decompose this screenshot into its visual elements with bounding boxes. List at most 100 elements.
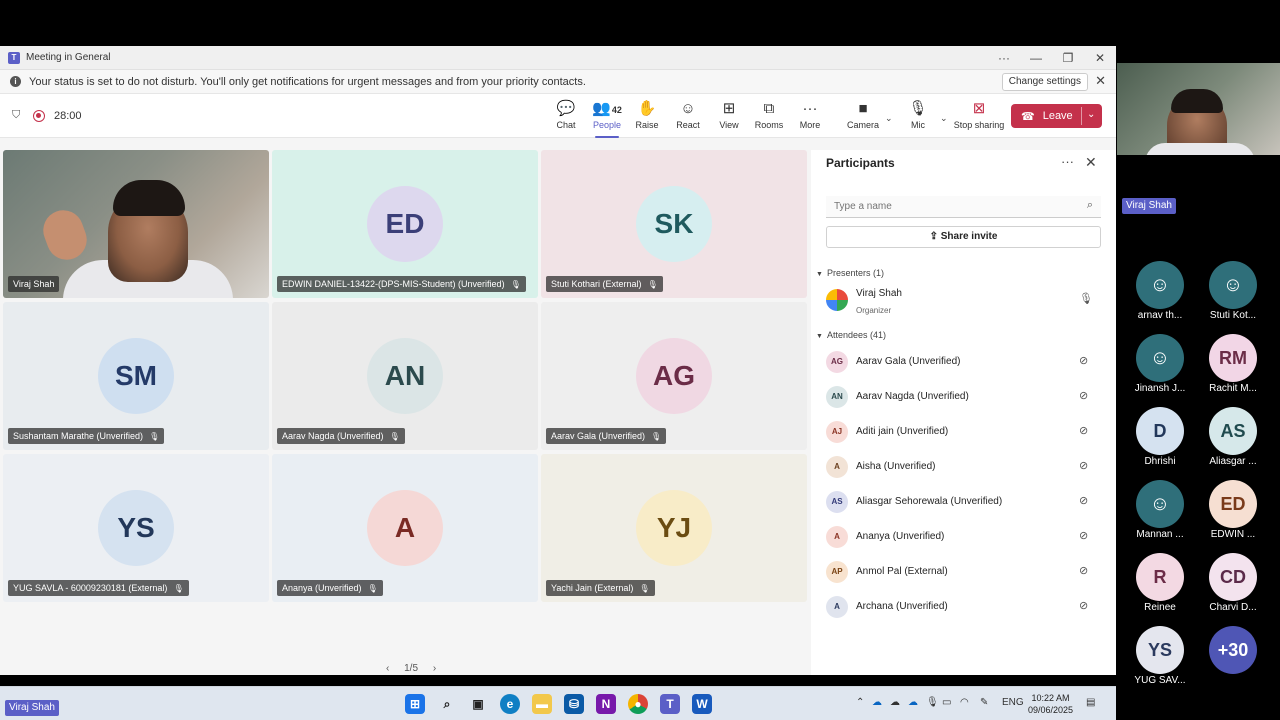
search-icon[interactable]: ⌕ <box>437 694 457 714</box>
attendee-row[interactable]: AG Aarav Gala (Unverified) ⊘ <box>826 348 1106 376</box>
mic-options-chevron-icon[interactable]: ⌄ <box>940 113 948 124</box>
mic-off-icon: 🎙 <box>639 584 650 593</box>
search-input[interactable] <box>826 196 1066 217</box>
dismiss-info-icon[interactable]: ✕ <box>1095 73 1106 89</box>
cloud-icon[interactable]: ☁ <box>890 697 900 708</box>
mic-off-icon: 🎙 <box>647 280 658 289</box>
participant-nametag: Sushantam Marathe (Unverified) 🎙 <box>8 428 165 444</box>
share-invite-button[interactable]: ⇪ Share invite <box>826 226 1101 248</box>
attendee-row[interactable]: AS Aliasgar Sehorewala (Unverified) ⊘ <box>826 488 1106 516</box>
panel-more-icon[interactable]: ··· <box>1061 154 1074 169</box>
shield-icon: ⛉ <box>12 109 21 121</box>
attendee-row[interactable]: A Ananya (Unverified) ⊘ <box>826 523 1106 551</box>
avatar: ED <box>367 186 443 262</box>
video-tile[interactable]: SK Stuti Kothari (External) 🎙 <box>541 150 807 298</box>
attendee-row[interactable]: AN Aarav Nagda (Unverified) ⊘ <box>826 383 1106 411</box>
leave-button[interactable]: ☎ Leave ⌄ <box>1011 104 1102 128</box>
smiley-icon: ☺ <box>680 100 696 117</box>
minimize-button[interactable]: — <box>1020 46 1052 70</box>
side-participant-tile[interactable]: ☺ Stuti Kot... <box>1197 261 1269 321</box>
side-participant-tile[interactable]: AS Aliasgar ... <box>1197 407 1269 467</box>
raise-hand-button[interactable]: ✋ Raise <box>625 100 669 130</box>
presenters-section[interactable]: ▼ Presenters (1) <box>816 268 884 278</box>
onedrive-icon[interactable]: ☁ <box>872 697 882 708</box>
chat-button[interactable]: 💬 Chat <box>544 100 588 130</box>
leave-options-chevron-icon[interactable]: ⌄ <box>1087 109 1095 120</box>
side-participant-tile[interactable]: ☺ arnav th... <box>1124 261 1196 321</box>
tray-chevron-icon[interactable]: ⌃ <box>856 697 864 708</box>
video-tile[interactable]: YJ Yachi Jain (External) 🎙 <box>541 454 807 602</box>
attendee-row[interactable]: A Aisha (Unverified) ⊘ <box>826 453 1106 481</box>
store-icon[interactable]: ⛁ <box>564 694 584 714</box>
react-button[interactable]: ☺ React <box>666 100 710 130</box>
rooms-button[interactable]: ⧉ Rooms <box>747 100 791 130</box>
pen-icon[interactable]: ✎ <box>980 697 988 708</box>
page-indicator: 1/5 <box>404 663 419 674</box>
presenter-row[interactable]: Viraj Shah Organizer 🎙 <box>826 286 1106 315</box>
side-participant-tile[interactable]: D Dhrishi <box>1124 407 1196 467</box>
attendees-section[interactable]: ▼ Attendees (41) <box>816 330 886 340</box>
start-icon[interactable]: ⊞ <box>405 694 425 714</box>
people-button[interactable]: 👥42 People <box>585 100 629 138</box>
mic-off-icon: ⊘ <box>1079 460 1089 472</box>
video-tile[interactable]: A Ananya (Unverified) 🎙 <box>272 454 538 602</box>
video-tile[interactable]: AG Aarav Gala (Unverified) 🎙 <box>541 302 807 450</box>
video-tile[interactable]: ED EDWIN DANIEL-13422-(DPS-MIS-Student) (… <box>272 150 538 298</box>
side-participant-tile[interactable]: YS YUG SAV... <box>1124 626 1196 686</box>
view-button[interactable]: ⊞ View <box>707 100 751 130</box>
video-tile[interactable]: SM Sushantam Marathe (Unverified) 🎙 <box>3 302 269 450</box>
prev-page-button[interactable]: ‹ <box>386 663 389 674</box>
stop-sharing-button[interactable]: ⊠ Stop sharing <box>953 100 1005 130</box>
video-tile[interactable]: YS YUG SAVLA - 60009230181 (External) 🎙 <box>3 454 269 602</box>
self-video-nametag: Viraj Shah <box>1122 198 1176 214</box>
avatar: A <box>826 526 848 548</box>
language-indicator[interactable]: ENG <box>1002 697 1024 708</box>
mic-button[interactable]: 🎙 Mic <box>896 100 940 130</box>
participant-search: ⌕ <box>826 196 1101 218</box>
task-view-icon[interactable]: ▣ <box>468 694 488 714</box>
mic-off-icon: 🎙 <box>510 280 521 289</box>
side-participant-tile[interactable]: +30 <box>1197 626 1269 675</box>
restore-button[interactable]: ❐ <box>1052 46 1084 70</box>
more-button[interactable]: ··· More <box>788 100 832 130</box>
side-participant-tile[interactable]: R Reinee <box>1124 553 1196 613</box>
attendee-row[interactable]: AP Anmol Pal (External) ⊘ <box>826 558 1106 586</box>
side-participant-tile[interactable]: CD Charvi D... <box>1197 553 1269 613</box>
panel-close-icon[interactable]: ✕ <box>1085 154 1097 171</box>
battery-icon[interactable]: ▭ <box>942 697 951 708</box>
participant-nametag: Ananya (Unverified) 🎙 <box>277 580 383 596</box>
chrome-icon[interactable]: ● <box>628 694 648 714</box>
chat-icon: 💬 <box>556 100 576 117</box>
mic-off-icon: ⊘ <box>1079 390 1089 402</box>
mic-off-icon: ⊘ <box>1079 495 1089 507</box>
camera-button[interactable]: ■ Camera <box>841 100 885 130</box>
onenote-icon[interactable]: N <box>596 694 616 714</box>
side-participant-tile[interactable]: ☺ Jinansh J... <box>1124 334 1196 394</box>
word-icon[interactable]: W <box>692 694 712 714</box>
teams-icon[interactable]: T <box>660 694 680 714</box>
side-participant-tile[interactable]: ☺ Mannan ... <box>1124 480 1196 540</box>
self-video <box>1117 63 1280 155</box>
video-tile[interactable]: AN Aarav Nagda (Unverified) 🎙 <box>272 302 538 450</box>
file-explorer-icon[interactable]: ▬ <box>532 694 552 714</box>
change-settings-button[interactable]: Change settings <box>1001 73 1088 91</box>
info-icon: i <box>10 76 21 87</box>
wifi-icon[interactable]: ◠ <box>960 697 969 708</box>
attendee-row[interactable]: A Archana (Unverified) ⊘ <box>826 593 1106 621</box>
side-participant-tile[interactable]: ED EDWIN ... <box>1197 480 1269 540</box>
clock[interactable]: 10:22 AM 09/06/2025 <box>1028 692 1073 716</box>
edge-icon[interactable]: e <box>500 694 520 714</box>
more-options-icon[interactable]: ··· <box>988 46 1020 70</box>
avatar: RM <box>1209 334 1257 382</box>
notification-icon[interactable]: ▤ <box>1086 697 1095 708</box>
avatar: SK <box>636 186 712 262</box>
onedrive-icon[interactable]: ☁ <box>908 697 918 708</box>
camera-options-chevron-icon[interactable]: ⌄ <box>885 113 893 124</box>
attendee-row[interactable]: AJ Aditi jain (Unverified) ⊘ <box>826 418 1106 446</box>
next-page-button[interactable]: › <box>433 663 436 674</box>
mic-tray-icon[interactable]: 🎙 <box>926 697 939 708</box>
close-window-button[interactable]: ✕ <box>1084 46 1116 70</box>
video-tile-viraj-shah[interactable]: Viraj Shah <box>3 150 269 298</box>
meeting-toolbar: ⛉ 28:00 💬 Chat 👥42 People ✋ Raise ☺ Reac… <box>0 94 1116 138</box>
side-participant-tile[interactable]: RM Rachit M... <box>1197 334 1269 394</box>
